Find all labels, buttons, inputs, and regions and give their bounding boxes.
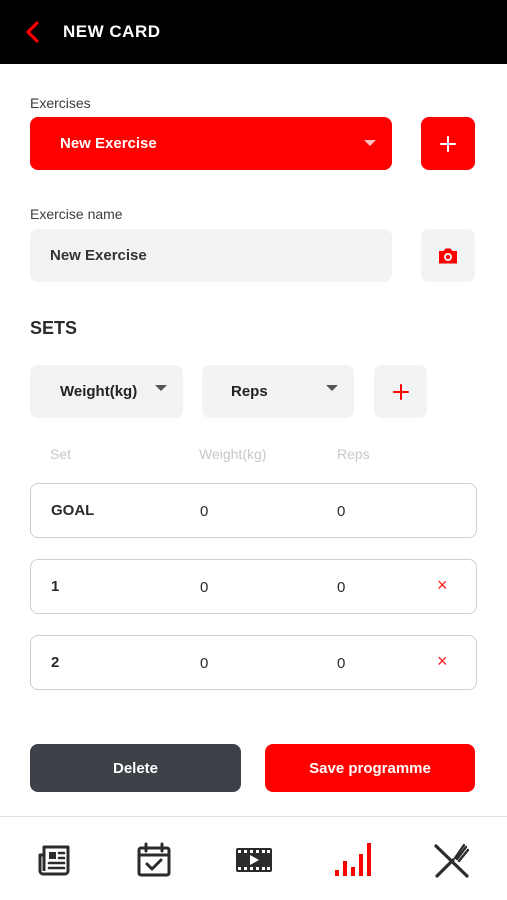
- set-label: 2: [51, 654, 60, 671]
- dropdown-caret-icon: [364, 140, 376, 146]
- add-exercise-button[interactable]: [421, 117, 475, 170]
- delete-set-icon[interactable]: ×: [437, 575, 448, 596]
- plus-icon: [440, 135, 456, 152]
- weight-value[interactable]: 0: [200, 655, 208, 672]
- set-row-goal: GOAL 0 0: [30, 483, 477, 538]
- news-icon[interactable]: [35, 839, 77, 881]
- exercise-name-label: Exercise name: [30, 206, 123, 222]
- exercise-dropdown[interactable]: New Exercise: [30, 117, 392, 170]
- add-column-button[interactable]: [374, 365, 427, 418]
- column-header-reps: Reps: [337, 446, 370, 462]
- weight-selector-label: Weight(kg): [60, 383, 138, 400]
- top-bar: NEW CARD: [0, 0, 507, 64]
- bottom-tab-bar: [0, 816, 507, 900]
- video-icon[interactable]: [233, 839, 275, 881]
- food-icon[interactable]: [431, 839, 473, 881]
- weight-selector[interactable]: Weight(kg): [30, 365, 183, 418]
- camera-button[interactable]: [421, 229, 475, 282]
- reps-selector[interactable]: Reps: [202, 365, 354, 418]
- exercise-name-input[interactable]: New Exercise: [30, 229, 392, 282]
- reps-selector-label: Reps: [231, 383, 268, 400]
- sets-title: SETS: [30, 318, 78, 338]
- set-row-1: 1 0 0 ×: [30, 559, 477, 614]
- column-header-set: Set: [50, 446, 72, 462]
- column-header-weight: Weight(kg): [199, 446, 267, 462]
- plus-icon: [392, 383, 409, 400]
- exercise-dropdown-value: New Exercise: [60, 135, 157, 152]
- reps-value[interactable]: 0: [337, 579, 345, 596]
- reps-value[interactable]: 0: [337, 503, 345, 520]
- page-title: NEW CARD: [63, 22, 161, 41]
- dropdown-caret-icon: [326, 385, 338, 391]
- dropdown-caret-icon: [155, 385, 167, 391]
- delete-set-icon[interactable]: ×: [437, 651, 448, 672]
- exercises-label: Exercises: [30, 95, 91, 111]
- weight-value[interactable]: 0: [200, 579, 208, 596]
- back-chevron-icon[interactable]: [22, 20, 46, 44]
- delete-button[interactable]: Delete: [30, 744, 241, 792]
- set-label: 1: [51, 578, 60, 595]
- save-programme-button[interactable]: Save programme: [265, 744, 475, 792]
- set-label: GOAL: [51, 502, 95, 519]
- calendar-check-icon[interactable]: [133, 839, 175, 881]
- reps-value[interactable]: 0: [337, 655, 345, 672]
- set-row-2: 2 0 0 ×: [30, 635, 477, 690]
- weight-value[interactable]: 0: [200, 503, 208, 520]
- camera-icon: [439, 248, 457, 263]
- exercise-name-value: New Exercise: [50, 247, 147, 264]
- stats-icon[interactable]: [332, 839, 374, 881]
